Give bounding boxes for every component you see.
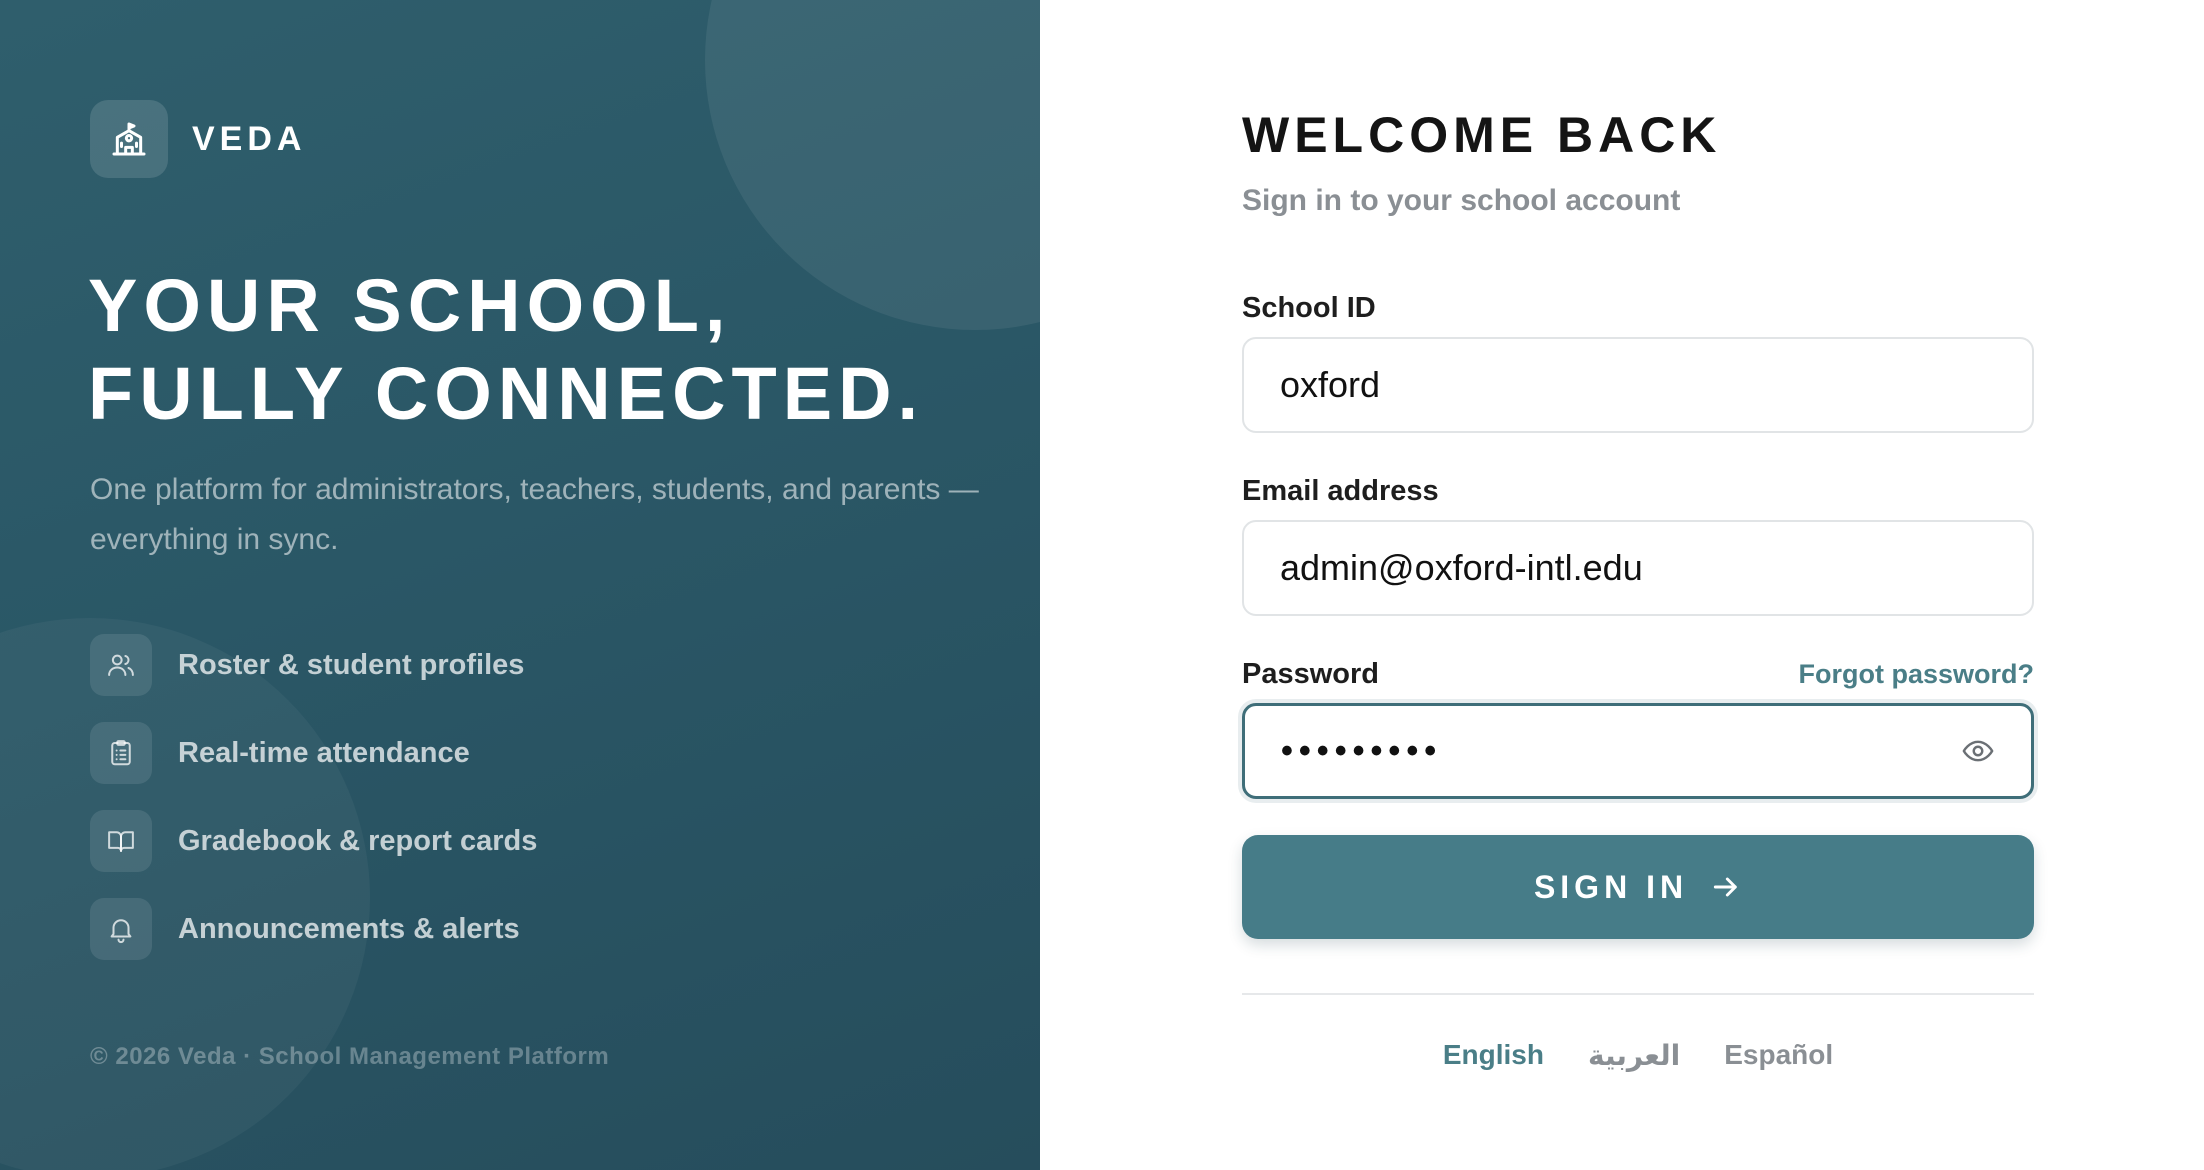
brand-panel: VEDA YOUR SCHOOL, FULLY CONNECTED. One p… [0, 0, 1040, 1170]
password-input[interactable]: ••••••••• [1242, 703, 2034, 799]
hero-subtitle: One platform for administrators, teacher… [90, 473, 979, 556]
bell-icon [90, 898, 152, 960]
page-subtitle: Sign in to your school account [1242, 184, 1681, 217]
hero-headline-line1: YOUR SCHOOL, [88, 264, 732, 347]
feature-item: Announcements & alerts [90, 898, 537, 960]
login-form: WELCOME BACK Sign in to your school acco… [1242, 100, 2034, 1072]
clipboard-icon [90, 722, 152, 784]
page-title: WELCOME BACK [1242, 107, 1722, 163]
copyright-text: © 2026 Veda · School Management Platform [90, 1043, 610, 1070]
password-label-row: Password Forgot password? [1242, 658, 2034, 691]
eye-icon[interactable] [1961, 734, 1995, 768]
email-group: Email address admin@oxford-intl.edu [1242, 475, 2034, 616]
password-masked-value: ••••••••• [1281, 731, 1443, 770]
hero-headline-line2: FULLY CONNECTED. [88, 352, 925, 435]
email-input[interactable]: admin@oxford-intl.edu [1242, 520, 2034, 616]
feature-label: Real-time attendance [178, 736, 470, 769]
school-id-input[interactable]: oxford [1242, 337, 2034, 433]
school-building-icon [90, 100, 168, 178]
feature-label: Roster & student profiles [178, 648, 525, 681]
feature-label: Gradebook & report cards [178, 824, 538, 857]
password-group: Password Forgot password? ••••••••• [1242, 658, 2034, 799]
brand-name: VEDA [192, 119, 307, 158]
brand-logo: VEDA [90, 100, 306, 178]
feature-list: Roster & student profiles Real-time atte… [90, 634, 537, 986]
password-label: Password [1242, 658, 1379, 690]
divider [1242, 993, 2034, 995]
language-option-arabic[interactable]: العربية [1588, 1039, 1680, 1072]
email-label: Email address [1242, 475, 1439, 507]
school-id-group: School ID oxford [1242, 292, 2034, 433]
login-panel: WELCOME BACK Sign in to your school acco… [1040, 0, 2204, 1170]
users-icon [90, 634, 152, 696]
book-open-icon [90, 810, 152, 872]
hero-headline: YOUR SCHOOL, FULLY CONNECTED. [88, 262, 924, 438]
feature-item: Real-time attendance [90, 722, 537, 784]
sign-in-button[interactable]: SIGN IN [1242, 835, 2034, 939]
feature-item: Gradebook & report cards [90, 810, 537, 872]
forgot-password-link[interactable]: Forgot password? [1799, 659, 2035, 690]
arrow-right-icon [1710, 871, 1742, 903]
language-option-spanish[interactable]: Español [1724, 1039, 1833, 1072]
language-switcher: English العربية Español [1242, 1039, 2034, 1072]
sign-in-label: SIGN IN [1533, 868, 1689, 905]
language-option-english[interactable]: English [1443, 1039, 1544, 1072]
school-id-label: School ID [1242, 292, 1376, 324]
feature-item: Roster & student profiles [90, 634, 537, 696]
feature-label: Announcements & alerts [178, 912, 520, 945]
